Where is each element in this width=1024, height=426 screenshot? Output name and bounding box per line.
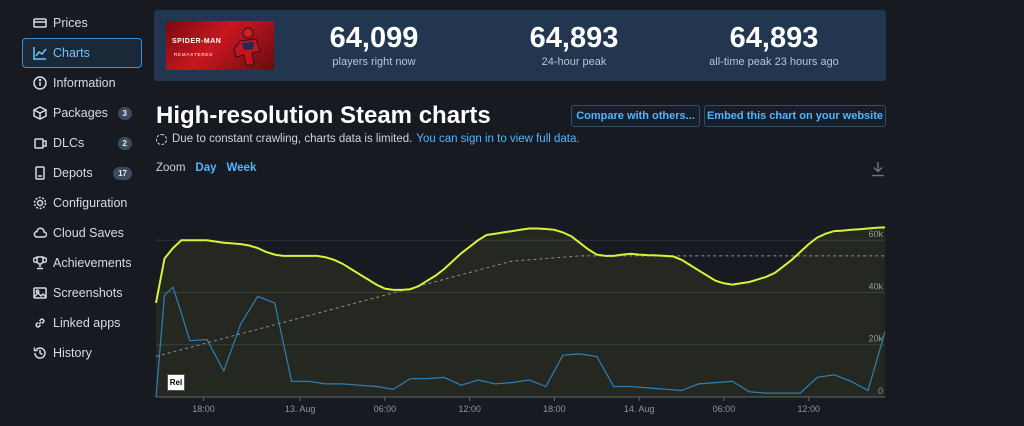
page-title: High-resolution Steam charts <box>156 102 491 129</box>
depots-count-badge: 17 <box>113 167 132 180</box>
players-area <box>156 227 885 397</box>
sidebar-item-achievements[interactable]: Achievements <box>22 248 142 278</box>
sidebar-item-label: Achievements <box>53 256 132 270</box>
compare-button[interactable]: Compare with others... <box>571 105 700 127</box>
stat-label: players right now <box>332 56 416 68</box>
embed-chart-button[interactable]: Embed this chart on your website <box>704 105 886 127</box>
x-tick-label: 12:00 <box>797 404 820 414</box>
zoom-controls: Zoom Day Week <box>156 162 256 174</box>
link-icon <box>33 316 47 330</box>
sidebar-item-label: History <box>53 346 92 360</box>
x-tick-label: 13. Aug <box>285 404 316 414</box>
stat-value: 64,893 <box>529 22 619 54</box>
history-icon <box>33 346 47 360</box>
x-tick-label: 06:00 <box>374 404 397 414</box>
download-icon[interactable] <box>871 161 885 177</box>
capsule-title-line1: SPIDER-MAN <box>172 38 222 45</box>
zoom-option-day[interactable]: Day <box>195 162 216 174</box>
sidebar-item-cloud-saves[interactable]: Cloud Saves <box>22 218 142 248</box>
image-icon <box>33 286 47 300</box>
capsule-subtitle: REMASTERED <box>174 52 214 57</box>
stat-value: 64,893 <box>729 22 819 54</box>
release-marker[interactable]: Rel <box>167 374 185 391</box>
sidebar-item-label: Packages <box>53 106 108 120</box>
x-tick-label: 12:00 <box>458 404 481 414</box>
sidebar-item-label: DLCs <box>53 136 85 150</box>
packages-count-badge: 3 <box>117 107 132 120</box>
sidebar-item-depots[interactable]: Depots 17 <box>22 158 142 188</box>
depot-icon <box>33 166 47 180</box>
sidebar-item-dlcs[interactable]: DLCs 2 <box>22 128 142 158</box>
cloud-icon <box>33 226 47 240</box>
sidebar-item-label: Screenshots <box>53 286 123 300</box>
sidebar-item-label: Information <box>53 76 116 90</box>
trophy-icon <box>33 256 47 270</box>
stats-banner: SPIDER-MAN REMASTERED 64,099 players rig… <box>154 10 886 81</box>
sidebar-item-label: Charts <box>53 46 90 60</box>
x-tick-label: 18:00 <box>543 404 566 414</box>
package-icon <box>33 106 47 120</box>
zoom-label: Zoom <box>156 162 186 174</box>
sidebar-item-linked-apps[interactable]: Linked apps <box>22 308 142 338</box>
sidebar-item-charts[interactable]: Charts <box>22 38 142 68</box>
sidebar-item-configuration[interactable]: Configuration <box>22 188 142 218</box>
stat-24h-peak: 64,893 24-hour peak <box>494 22 654 68</box>
sign-in-link[interactable]: You can sign in to view full data. <box>416 133 579 145</box>
info-icon <box>33 76 47 90</box>
sidebar-item-information[interactable]: Information <box>22 68 142 98</box>
notice-text: Due to constant crawling, charts data is… <box>172 133 413 145</box>
stat-label: all-time peak 23 hours ago <box>709 56 839 68</box>
player-count-chart: 020k40k60k18:0013. Aug06:0012:0018:0014.… <box>155 226 886 414</box>
sidebar-item-label: Linked apps <box>53 316 121 330</box>
zoom-option-week[interactable]: Week <box>227 162 257 174</box>
dlc-icon <box>33 136 47 150</box>
sidebar-item-label: Cloud Saves <box>53 226 124 240</box>
sidebar-item-label: Configuration <box>53 196 128 210</box>
dlcs-count-badge: 2 <box>117 137 132 150</box>
spider-man-figure-icon <box>233 27 261 66</box>
x-tick-label: 14. Aug <box>624 404 655 414</box>
game-capsule-image[interactable]: SPIDER-MAN REMASTERED <box>166 21 274 70</box>
stat-all-time-peak: 64,893 all-time peak 23 hours ago <box>694 22 854 68</box>
x-tick-label: 18:00 <box>192 404 215 414</box>
capsule-title: SPIDER-MAN <box>172 38 221 46</box>
sidebar-item-packages[interactable]: Packages 3 <box>22 98 142 128</box>
sidebar-item-label: Depots <box>53 166 93 180</box>
charts-icon <box>33 46 47 60</box>
loading-circle-icon <box>156 133 167 145</box>
sidebar-item-prices[interactable]: Prices <box>22 8 142 38</box>
x-tick-label: 06:00 <box>713 404 736 414</box>
data-limited-notice: Due to constant crawling, charts data is… <box>156 133 580 145</box>
sidebar-item-label: Prices <box>53 16 88 30</box>
stat-players-now: 64,099 players right now <box>294 22 454 68</box>
stat-label: 24-hour peak <box>541 56 607 68</box>
stat-value: 64,099 <box>329 22 419 54</box>
sidebar: Prices Charts Information Packages 3 DLC… <box>22 8 142 368</box>
prices-icon <box>33 16 47 30</box>
gear-icon <box>33 196 47 210</box>
sidebar-item-history[interactable]: History <box>22 338 142 368</box>
sidebar-item-screenshots[interactable]: Screenshots <box>22 278 142 308</box>
